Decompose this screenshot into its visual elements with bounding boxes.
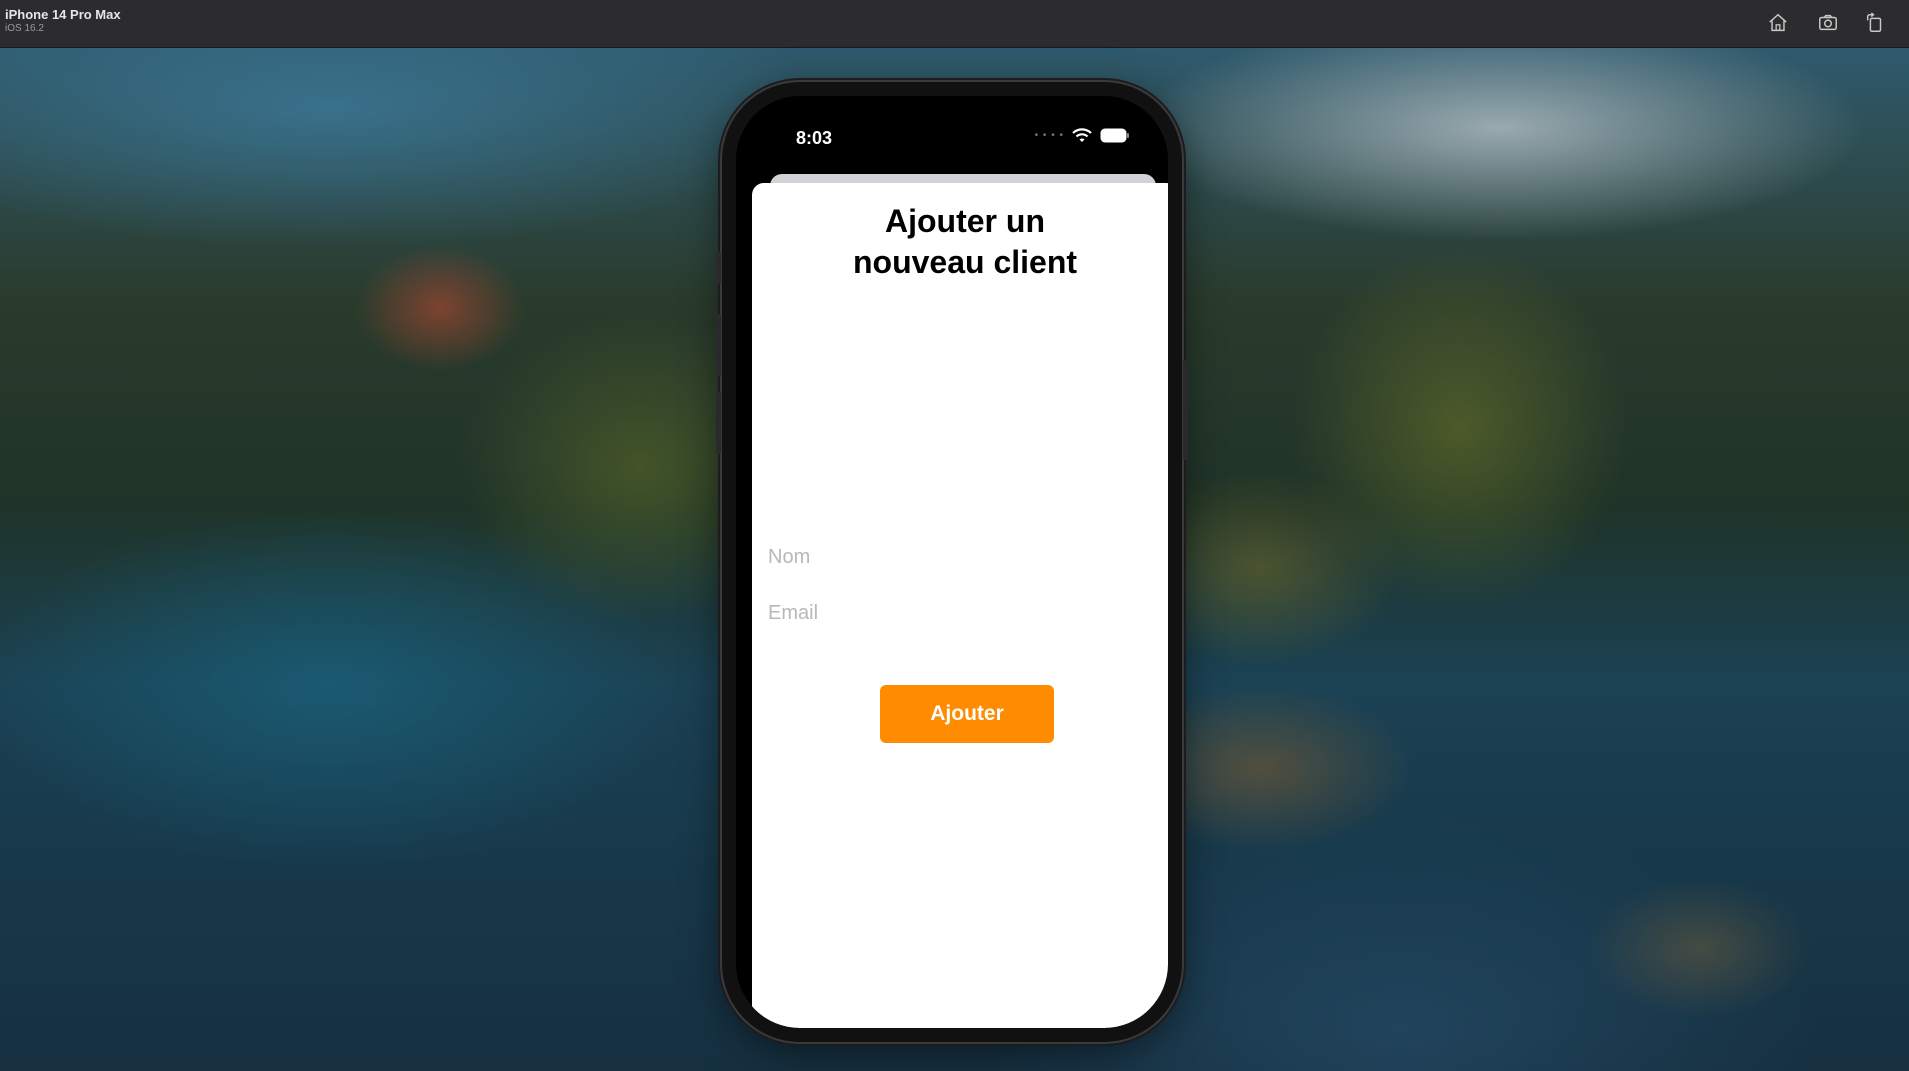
wifi-icon xyxy=(1072,128,1092,142)
screenshot-button[interactable] xyxy=(1815,10,1841,36)
battery-icon xyxy=(1100,128,1129,143)
home-icon xyxy=(1769,13,1787,32)
iphone-device-frame: 8:03 • • • • Ajouter un nouveau client A… xyxy=(716,82,1188,1042)
phone-screen: 8:03 • • • • Ajouter un nouveau client A… xyxy=(736,96,1168,1028)
volume-up-button xyxy=(716,314,721,376)
screenshot-icon xyxy=(1819,14,1837,31)
os-version: iOS 16.2 xyxy=(5,23,44,34)
add-client-button[interactable]: Ajouter xyxy=(880,685,1054,743)
rotate-icon xyxy=(1866,12,1882,32)
rotate-button[interactable] xyxy=(1862,10,1888,36)
name-input[interactable] xyxy=(752,535,1168,579)
add-client-sheet: Ajouter un nouveau client Ajouter xyxy=(752,183,1168,1028)
status-indicators: • • • • xyxy=(1035,128,1130,143)
volume-down-button xyxy=(716,392,721,454)
page-title: Ajouter un nouveau client xyxy=(852,203,1078,280)
device-name: iPhone 14 Pro Max xyxy=(5,7,121,22)
status-time: 8:03 xyxy=(796,128,833,148)
power-button xyxy=(1183,360,1188,460)
home-button[interactable] xyxy=(1765,10,1791,36)
email-input[interactable] xyxy=(752,591,1168,635)
action-button xyxy=(716,252,721,284)
simulator-title-bar: iPhone 14 Pro Max iOS 16.2 xyxy=(0,0,1909,48)
cellular-signal-icon: • • • • xyxy=(1034,130,1064,141)
